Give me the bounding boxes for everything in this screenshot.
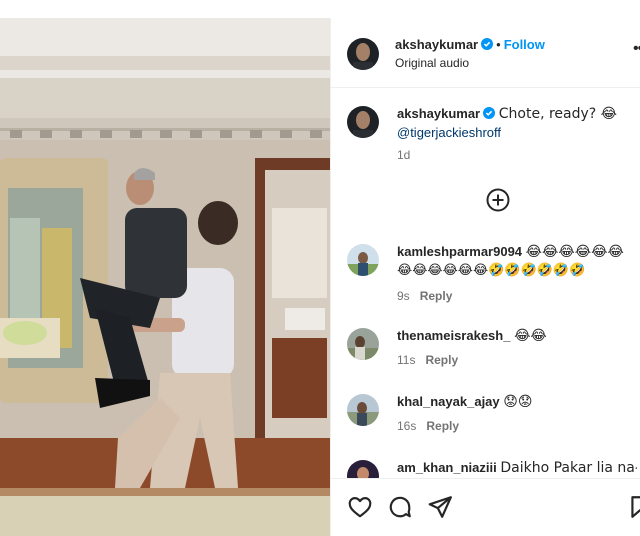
top-strip [0,0,640,18]
caption-mention-link[interactable]: @tigerjackieshroff [397,125,501,140]
reply-button[interactable]: Reply [420,289,453,303]
verified-badge-icon [481,38,494,50]
comment-item: khal_nayak_ajay 😟😟 16s Reply [331,392,640,442]
author-avatar[interactable] [347,38,379,70]
caption-author-avatar[interactable] [347,106,379,138]
caption-text: Chote, ready? 😂 [498,106,618,122]
caption-username[interactable]: akshaykumar [397,106,480,121]
comment-username[interactable]: am_khan_niaziii [397,460,497,475]
verified-badge-icon [483,107,496,119]
follow-button[interactable]: Follow [504,37,545,52]
comment-username[interactable]: khal_nayak_ajay [397,394,500,409]
post-actions-bar [331,478,640,536]
separator-dot: • [496,37,501,52]
comment-username[interactable]: kamleshparmar9094 [397,244,522,259]
heart-icon[interactable] [347,494,373,520]
comment-text: Daikho Pakar lia na😂 [500,460,637,476]
comment-item: kamleshparmar9094 😂😂😂😂😂😂 😂😂😂😂😂😂🤣🤣🤣🤣🤣🤣 9s… [331,242,640,308]
post-media-image[interactable] [0,18,330,536]
commenter-avatar[interactable] [347,328,379,360]
comment-username[interactable]: thenameisrakesh_ [397,328,510,343]
comment-text-continued: 😂😂😂😂😂😂🤣🤣🤣🤣🤣🤣 [397,263,586,278]
reply-button[interactable]: Reply [426,419,459,433]
reply-button[interactable]: Reply [425,353,458,367]
post-side-panel: akshaykumar •Follow Original audio ••• ak… [330,18,640,536]
post-caption: akshaykumar Chote, ready? 😂 @tigerjackie… [331,104,640,174]
audio-label[interactable]: Original audio [395,56,469,70]
caption-timestamp[interactable]: 1d [397,148,410,162]
author-username[interactable]: akshaykumar [395,37,478,52]
comment-timestamp[interactable]: 16s [397,419,416,433]
comment-icon[interactable] [387,494,413,520]
comment-text: 😟😟 [503,394,533,410]
commenter-avatar[interactable] [347,394,379,426]
commenter-avatar[interactable] [347,460,379,478]
comment-item: am_khan_niaziii Daikho Pakar lia na😂 [331,458,640,478]
bookmark-icon[interactable] [627,494,640,520]
comment-item: thenameisrakesh_ 😂😂 11s Reply [331,326,640,376]
commenter-avatar[interactable] [347,244,379,276]
comment-timestamp[interactable]: 11s [397,353,415,367]
comment-text: 😂😂 [514,328,547,344]
more-options-icon[interactable]: ••• [633,40,640,58]
comment-timestamp[interactable]: 9s [397,289,410,303]
comment-text: 😂😂😂😂😂😂 [525,244,624,260]
post-header: akshaykumar •Follow Original audio ••• [331,18,640,88]
plus-circle-icon[interactable] [486,188,510,212]
send-icon[interactable] [427,494,453,520]
